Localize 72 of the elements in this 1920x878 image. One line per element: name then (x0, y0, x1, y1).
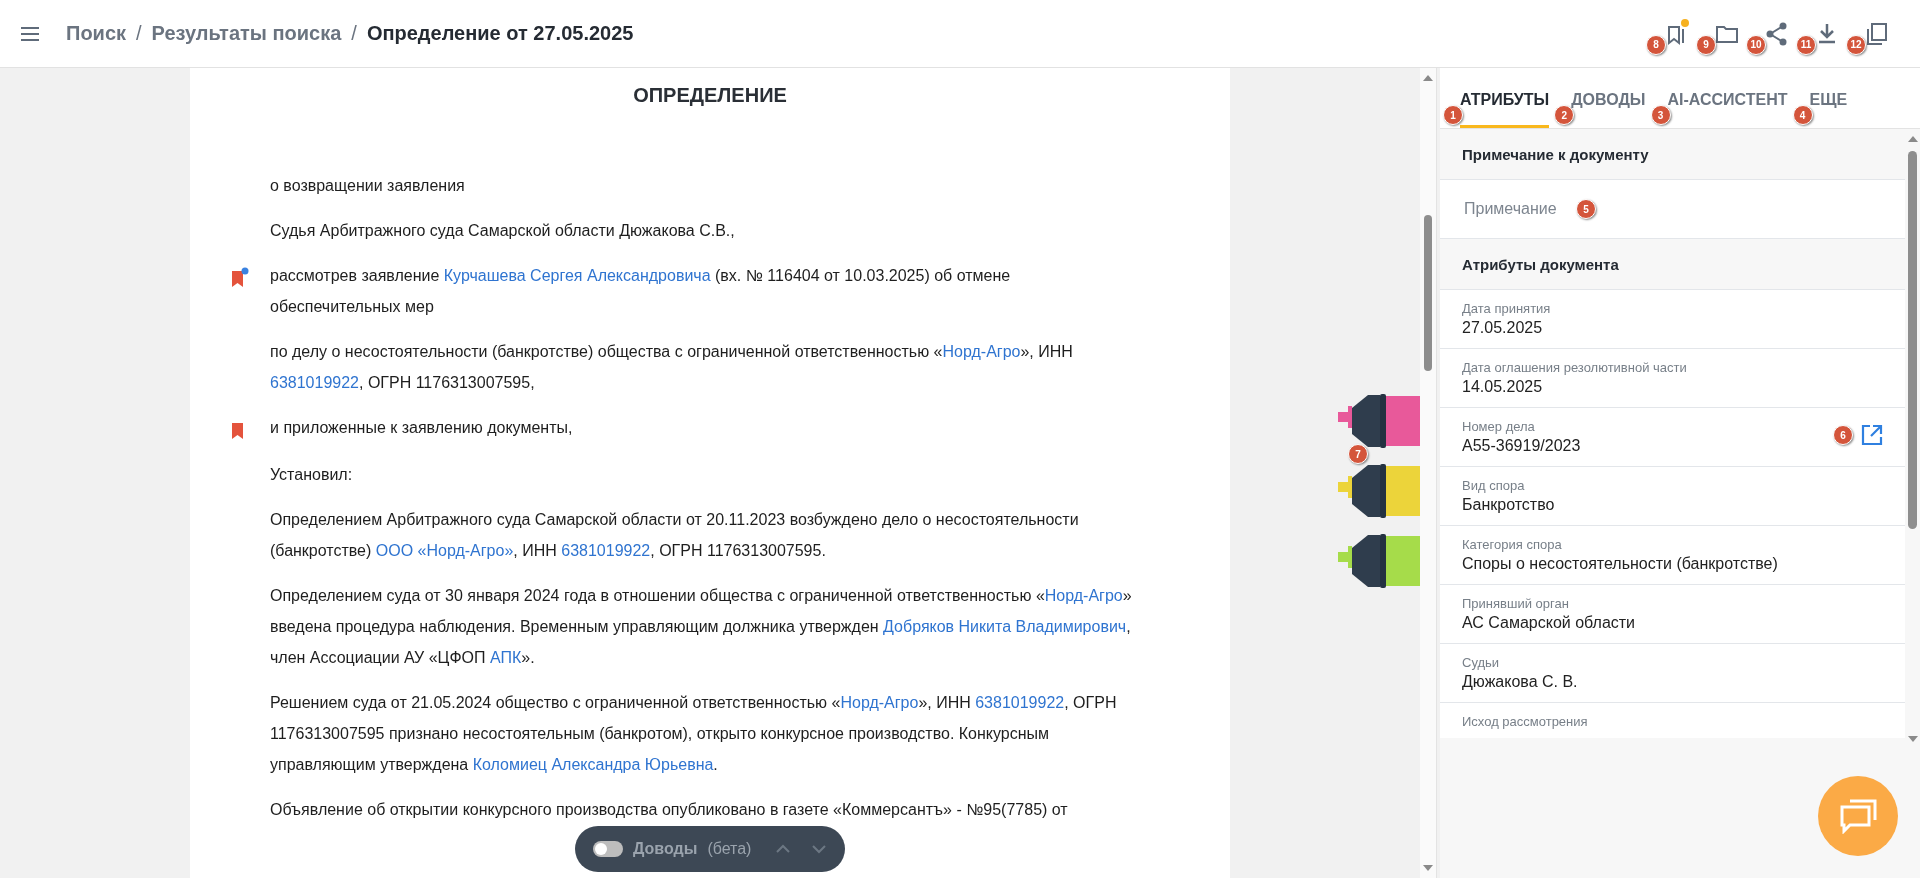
scrollbar-thumb[interactable] (1908, 151, 1917, 529)
document-link[interactable]: АПК (489, 649, 522, 666)
scroll-up-icon[interactable] (1908, 135, 1918, 143)
document-paragraph: Установил: (270, 465, 354, 485)
number-badge: 8 (1646, 34, 1666, 55)
chevron-up-icon[interactable] (775, 844, 791, 854)
breadcrumb-item[interactable]: Результаты поиска (151, 22, 342, 45)
number-badge: 12 (1846, 34, 1866, 55)
number-badge: 10 (1746, 34, 1766, 55)
document-paragraph: Судья Арбитражного суда Самарской области Дюжакова С.В., (270, 221, 736, 241)
field-value: Банкротство (1462, 495, 1555, 515)
document-paragraph: по делу о несостоятельности (банкротстве) общества с ограниченной ответственностью «Норд-Агро», ИНН 6381019922, ОГРН 1176313007595, (270, 342, 1074, 393)
field-label: Исход рассмотрения (1462, 713, 1588, 730)
highlighter-marker-icon[interactable] (1338, 462, 1420, 520)
number-badge: 3 (1650, 105, 1671, 125)
field-label: Категория спора (1462, 536, 1563, 553)
field-label: Дата оглашения резолютивной части (1462, 359, 1687, 376)
breadcrumb-separator: / (351, 22, 357, 45)
toolbar-label: Доводы (633, 840, 698, 858)
field-label: Вид спора (1462, 477, 1526, 494)
document-paragraph: Определением Арбитражного суда Самарской области от 20.11.2023 возбуждено дело о несостоятельности (банкротстве) ООО «Норд-Агро», ИНН 6381019922, ОГРН 1176313007595. (270, 510, 1080, 561)
document-title: ОПРЕДЕЛЕНИЕ (632, 83, 788, 108)
copy-icon[interactable] (1864, 20, 1890, 47)
document-link[interactable]: 6381019922 (561, 542, 651, 559)
field-value: 27.05.2025 (1462, 318, 1544, 338)
field-label: Номер дела (1462, 418, 1536, 435)
document-paragraph: Объявление об открытии конкурсного производства опубликовано в газете «Коммерсантъ» - №95(7785) от (270, 800, 1069, 820)
field-value: А55-36919/2023 (1462, 436, 1581, 456)
field-label: Дата принятия (1462, 300, 1551, 317)
document-link[interactable]: Коломиец Александра Юрьевна (472, 756, 714, 773)
bookmark-icon[interactable] (230, 267, 250, 289)
chevron-down-icon[interactable] (811, 844, 827, 854)
external-link-icon[interactable] (1861, 424, 1883, 446)
field-value: Дюжакова С. В. (1462, 672, 1578, 692)
scroll-down-icon[interactable] (1908, 735, 1918, 743)
field-value: АС Самарской области (1462, 613, 1636, 633)
toggle-switch[interactable] (593, 841, 623, 857)
number-badge: 11 (1796, 34, 1816, 55)
document-link[interactable]: 6381019922 (975, 694, 1065, 711)
document-paragraph: рассмотрев заявление Курчашева Сергея Александровича (вх. № 116404 от 10.03.2025) об отмене обеспечительных мер (270, 266, 1012, 317)
document-link[interactable]: Норд-Агро (840, 694, 919, 711)
scroll-up-icon[interactable] (1423, 74, 1433, 82)
scroll-down-icon[interactable] (1423, 864, 1433, 872)
document-link[interactable]: Добряков Никита Владимирович (883, 618, 1127, 635)
note-field[interactable]: Примечание (1462, 199, 1566, 219)
highlighter-marker-icon[interactable] (1338, 392, 1420, 450)
document-paragraph: Определением суда от 30 января 2024 года в отношении общества с ограниченной ответственностью «Норд-Агро» введена процедура наблюдения. Временным управляющим должника утвержден Добряков Никита Владимирович, член Ассоциации АУ «ЦФОП АПК». (270, 586, 1133, 668)
document-paragraph: Решением суда от 21.05.2024 общество с ограниченной ответственностью «Норд-Агро», ИНН 6381019922, ОГРН 1176313007595 признано несостоятельным (банкротом), открыто конкурсное производство. Конкурсным управляющим утверждена Коломиец Александра Юрьевна. (270, 693, 1118, 775)
document-link[interactable]: Курчашева Сергея Александровича (443, 267, 711, 284)
breadcrumb-separator: / (136, 22, 142, 45)
field-value: Споры о несостоятельности (банкротстве) (1462, 554, 1778, 574)
breadcrumb-item[interactable]: Поиск (66, 22, 127, 45)
number-badge: 7 (1348, 444, 1368, 464)
scrollbar-thumb[interactable] (1424, 215, 1432, 371)
document-link[interactable]: Норд-Агро (942, 343, 1021, 360)
field-label: Судьи (1462, 654, 1501, 671)
number-badge: 9 (1696, 34, 1716, 55)
number-badge: 1 (1443, 105, 1463, 125)
number-badge: 6 (1833, 425, 1853, 445)
toolbar-label-suffix: (бета) (707, 840, 752, 858)
document-link[interactable]: Норд-Агро (1044, 587, 1123, 604)
number-badge: 5 (1576, 199, 1596, 219)
highlighter-marker-icon[interactable] (1338, 532, 1420, 590)
number-badge: 4 (1792, 105, 1813, 125)
document-paragraph: и приложенные к заявлению документы, (270, 418, 574, 438)
field-label: Принявший орган (1462, 595, 1570, 612)
document-link[interactable]: ООО «Норд-Агро» (375, 542, 514, 559)
document-link[interactable]: 6381019922 (270, 374, 359, 391)
breadcrumb-item: Определение от 27.05.2025 (366, 22, 634, 45)
chat-icon (1838, 798, 1878, 834)
field-value: 14.05.2025 (1462, 377, 1544, 397)
document-paragraph: о возвращении заявления (270, 176, 466, 196)
